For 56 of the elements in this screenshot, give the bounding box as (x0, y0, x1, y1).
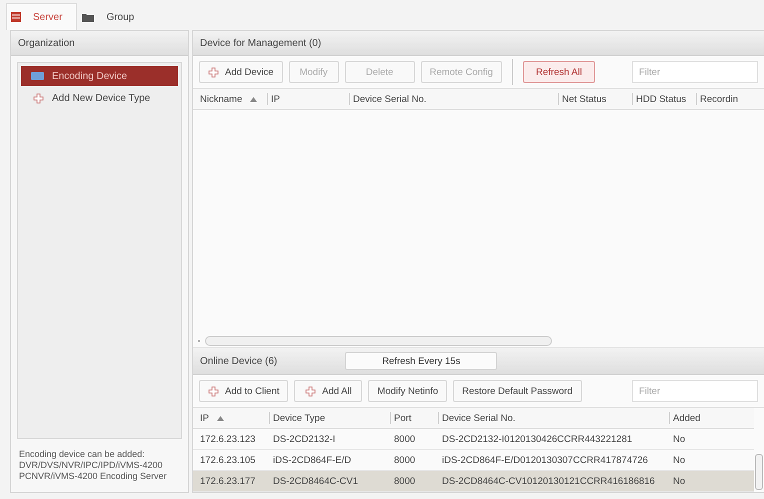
toolbar-button[interactable]: Add to Client (199, 380, 288, 402)
plus-icon (33, 92, 44, 104)
table-cell-text: No (672, 434, 686, 444)
info-text: PCNVR/iVMS-4200 Encoding Server (19, 471, 168, 482)
plus-icon (305, 386, 316, 396)
panel-title: Organization (18, 38, 75, 48)
toolbar-button[interactable]: Modify Netinfo (368, 380, 448, 402)
filter-field[interactable]: Filter (632, 61, 758, 83)
column-header[interactable]: Device Serial No. (349, 93, 558, 105)
column-header[interactable]: Nickname (193, 93, 267, 105)
table-cell-text: DS-2CD8464C-CV10120130121CCRR416186816 (441, 476, 656, 486)
info-text: DVR/DVS/NVR/IPC/IPD/iVMS-4200 (19, 460, 164, 471)
column-header[interactable]: HDD Status (632, 93, 696, 105)
table-cell-text: iDS-2CD864F-E/D0120130307CCRR417874726 (441, 454, 649, 466)
table-cell-text: 8000 (393, 434, 416, 444)
sort-caret-icon (216, 416, 224, 420)
column-header[interactable]: IP (193, 412, 269, 424)
column-header[interactable]: Net Status (558, 93, 632, 105)
plus-icon (208, 66, 219, 78)
toolbar-button[interactable]: Restore Default Password (453, 380, 582, 402)
device-icon (31, 72, 44, 80)
table-cell-text: 172.6.23.123 (199, 434, 256, 444)
organization-item[interactable]: Add New Device Type (21, 88, 178, 108)
group-folder-icon (82, 12, 94, 22)
panel-title: Online Device (6) (200, 356, 278, 366)
toolbar-button[interactable]: Add Device (199, 61, 283, 83)
filter-field[interactable]: Filter (632, 380, 758, 402)
table-cell-text: No (672, 454, 686, 466)
column-header[interactable]: Device Serial No. (438, 412, 669, 424)
table-cell-text: 8000 (393, 454, 416, 466)
table-cell-text: 8000 (393, 476, 416, 486)
panel-title: Device for Management (0) (200, 38, 322, 48)
column-header[interactable]: Device Type (269, 412, 390, 424)
tab[interactable]: Group (77, 3, 150, 30)
column-header[interactable]: IP (267, 93, 349, 105)
horizontal-scrollbar[interactable] (193, 335, 764, 348)
plus-icon (208, 386, 219, 396)
table-cell-text: DS-2CD2132-I0120130426CCRR443221281 (441, 434, 634, 444)
column-header[interactable]: Port (390, 412, 438, 424)
column-header[interactable]: Recordin (696, 93, 764, 105)
info-text: Encoding device can be added: (19, 449, 146, 460)
tab[interactable]: Server (6, 3, 78, 30)
table-cell-text: No (672, 476, 686, 486)
table-row[interactable]: 172.6.23.177 DS-2CD8464C-CV1 8000 DS-2CD8464C-CV10120130121CCRR416186816 No (193, 471, 754, 492)
toolbar-button[interactable]: Add All (294, 380, 362, 402)
table-cell-text: 172.6.23.105 (199, 454, 256, 466)
table-cell-text: DS-2CD8464C-CV1 (272, 476, 360, 486)
sort-caret-icon (250, 96, 258, 102)
table-cell-text: 172.6.23.177 (199, 476, 256, 486)
scroll-left-icon[interactable] (197, 339, 201, 343)
organization-item[interactable]: Encoding Device (21, 66, 178, 86)
table-cell-text: iDS-2CD864F-E/D (272, 454, 352, 466)
refresh-interval-button[interactable]: Refresh Every 15s (345, 352, 498, 370)
refresh-button[interactable]: Refresh All (522, 61, 595, 83)
table-cell-text: DS-2CD2132-I (272, 434, 336, 444)
server-list-icon (11, 12, 21, 22)
